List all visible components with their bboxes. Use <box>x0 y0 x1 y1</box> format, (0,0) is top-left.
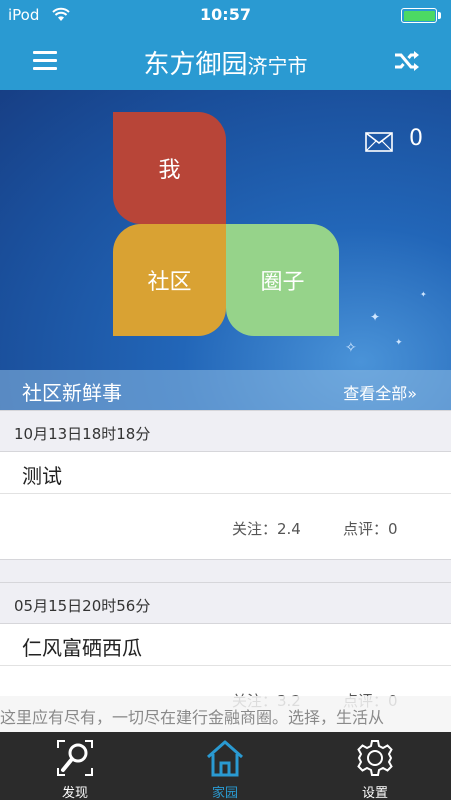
sparkle-decoration: ✦ <box>395 338 403 348</box>
tab-label: 设置 <box>361 786 388 800</box>
battery-tip <box>438 12 441 19</box>
tile-me-label: 我 <box>158 158 181 183</box>
nav-bar: 东方御园济宁市 <box>0 30 451 90</box>
home-icon <box>207 740 243 777</box>
post-item[interactable]: 10月13日18时18分 测试 关注：2.4 点评：0 <box>0 410 451 560</box>
post-meta: 关注：2.4 点评：0 <box>0 494 451 560</box>
post-follow-count: 关注：2.4 <box>232 520 301 538</box>
sparkle-decoration: ✧ <box>345 340 357 356</box>
post-title: 仁风富硒西瓜 <box>0 624 451 666</box>
post-title: 测试 <box>0 452 451 494</box>
tile-circle[interactable]: 圈子 <box>226 224 339 336</box>
mail-count: 0 <box>409 126 423 151</box>
community-name: 东方御园 <box>143 50 248 80</box>
gear-icon <box>357 740 393 776</box>
news-title: 社区新鲜事 <box>22 381 122 405</box>
tab-discover[interactable]: 发现 <box>0 732 150 800</box>
post-date: 10月13日18时18分 <box>0 410 451 452</box>
mail-icon[interactable] <box>365 132 393 152</box>
post-comment-count: 点评：0 <box>343 520 398 538</box>
news-feed: 10月13日18时18分 测试 关注：2.4 点评：0 05月15日20时56分… <box>0 410 451 730</box>
city-name: 济宁市 <box>247 54 308 78</box>
marquee-text: 这里应有尽有，一切尽在建行金融商圈。选择，生活从 <box>0 708 385 727</box>
tab-label: 家园 <box>211 786 238 800</box>
tile-circle-label: 圈子 <box>260 270 305 295</box>
tile-community[interactable]: 社区 <box>113 224 226 336</box>
status-bar: iPod 10:57 <box>0 0 451 30</box>
tab-settings[interactable]: 设置 <box>300 732 450 800</box>
tab-home[interactable]: 家园 <box>150 732 300 800</box>
tab-label: 发现 <box>61 786 88 800</box>
news-header: 社区新鲜事 查看全部» <box>0 370 451 410</box>
post-date: 05月15日20时56分 <box>0 582 451 624</box>
page-title: 东方御园济宁市 <box>0 44 451 81</box>
divider <box>0 560 451 582</box>
battery-icon <box>401 8 437 23</box>
marquee-ticker[interactable]: 这里应有尽有，一切尽在建行金融商圈。选择，生活从 <box>0 696 451 732</box>
search-icon <box>57 740 93 776</box>
tile-community-label: 社区 <box>147 270 192 295</box>
shuffle-icon[interactable] <box>393 47 421 75</box>
clock: 10:57 <box>200 5 251 24</box>
hero-banner: ✦ ✦ ✧ ✦ 我 社区 圈子 0 社区新鲜事 查看全部» <box>0 90 451 410</box>
sparkle-decoration: ✦ <box>420 290 427 299</box>
view-all-link[interactable]: 查看全部» <box>343 380 417 404</box>
sparkle-decoration: ✦ <box>370 310 381 324</box>
battery-fill <box>403 10 435 21</box>
tab-bar: 发现 家园 设置 <box>0 732 451 800</box>
tile-me[interactable]: 我 <box>113 112 226 224</box>
